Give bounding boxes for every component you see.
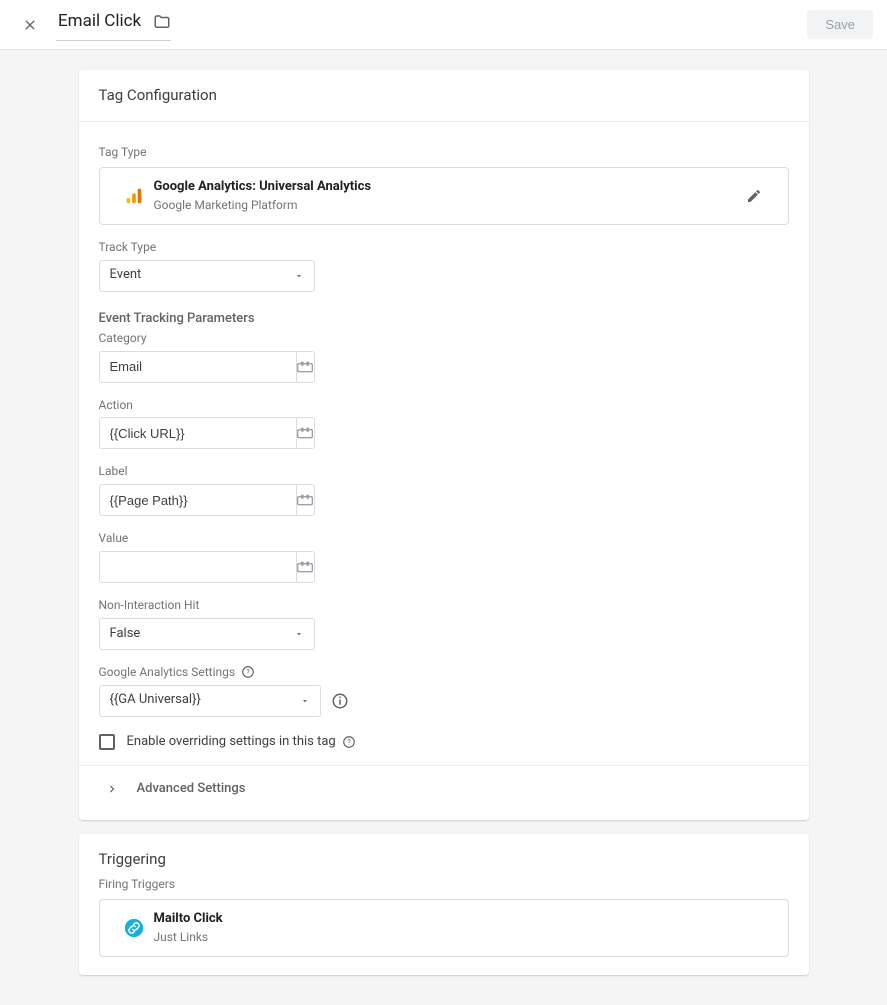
help-icon[interactable]: ? <box>241 665 255 679</box>
action-label: Action <box>99 397 789 414</box>
value-var-button[interactable] <box>296 551 315 583</box>
info-icon[interactable] <box>331 692 349 710</box>
override-checkbox[interactable] <box>99 734 115 750</box>
label-input[interactable] <box>99 484 296 516</box>
topbar: Email Click Save <box>0 0 887 50</box>
label-label: Label <box>99 463 789 480</box>
link-icon <box>114 917 154 939</box>
title-wrap: Email Click <box>56 8 171 41</box>
folder-icon[interactable] <box>153 13 171 31</box>
value-input[interactable] <box>99 551 296 583</box>
override-label: Enable overriding settings in this tag ? <box>127 733 356 751</box>
ga-settings-value: {{GA Universal}} <box>110 691 201 709</box>
tag-type-label: Tag Type <box>99 144 789 161</box>
tag-type-box[interactable]: Google Analytics: Universal Analytics Go… <box>99 167 789 225</box>
tag-config-card: Tag Configuration Tag Type Google Analyt… <box>79 70 809 820</box>
track-type-select[interactable]: Event <box>99 260 315 292</box>
svg-text:?: ? <box>246 668 250 676</box>
action-var-button[interactable] <box>296 417 315 449</box>
variable-icon <box>297 494 313 506</box>
variable-icon <box>297 361 313 373</box>
variable-icon <box>297 561 313 573</box>
triggering-card: Triggering Firing Triggers Mailto Click … <box>79 834 809 975</box>
page-title[interactable]: Email Click <box>56 8 143 36</box>
close-button[interactable] <box>14 9 46 41</box>
ga-settings-label-text: Google Analytics Settings <box>99 664 236 681</box>
tag-config-heading: Tag Configuration <box>79 70 809 122</box>
label-var-button[interactable] <box>296 484 315 516</box>
help-icon[interactable]: ? <box>342 735 356 749</box>
tag-type-platform: Google Marketing Platform <box>154 197 734 214</box>
category-var-button[interactable] <box>296 351 315 383</box>
edit-tag-type-button[interactable] <box>734 188 774 204</box>
non-interaction-select[interactable]: False <box>99 618 315 650</box>
pencil-icon <box>746 188 762 204</box>
non-interaction-value: False <box>110 625 141 643</box>
chevron-right-icon <box>105 782 119 796</box>
trigger-name: Mailto Click <box>154 910 774 928</box>
save-button[interactable]: Save <box>807 10 873 39</box>
category-input[interactable] <box>99 351 296 383</box>
event-params-heading: Event Tracking Parameters <box>99 310 789 328</box>
caret-icon <box>294 629 304 639</box>
trigger-type: Just Links <box>154 929 774 946</box>
ga-settings-label: Google Analytics Settings ? <box>99 664 789 681</box>
trigger-row[interactable]: Mailto Click Just Links <box>99 899 789 957</box>
caret-icon <box>300 696 310 706</box>
advanced-settings-label: Advanced Settings <box>137 780 246 798</box>
override-label-text: Enable overriding settings in this tag <box>127 733 336 751</box>
variable-icon <box>297 427 313 439</box>
category-label: Category <box>99 330 789 347</box>
ga-settings-select[interactable]: {{GA Universal}} <box>99 685 321 717</box>
workspace: Tag Configuration Tag Type Google Analyt… <box>0 50 887 1005</box>
track-type-label: Track Type <box>99 239 789 256</box>
close-icon <box>22 17 38 33</box>
track-type-value: Event <box>110 266 142 284</box>
firing-triggers-label: Firing Triggers <box>99 876 789 893</box>
non-interaction-label: Non-Interaction Hit <box>99 597 789 614</box>
ga-icon <box>114 185 154 207</box>
action-input[interactable] <box>99 417 296 449</box>
tag-type-name: Google Analytics: Universal Analytics <box>154 178 734 196</box>
caret-icon <box>294 271 304 281</box>
triggering-heading: Triggering <box>79 834 809 876</box>
svg-text:?: ? <box>347 738 351 746</box>
advanced-settings-toggle[interactable]: Advanced Settings <box>99 766 789 812</box>
value-label: Value <box>99 530 789 547</box>
